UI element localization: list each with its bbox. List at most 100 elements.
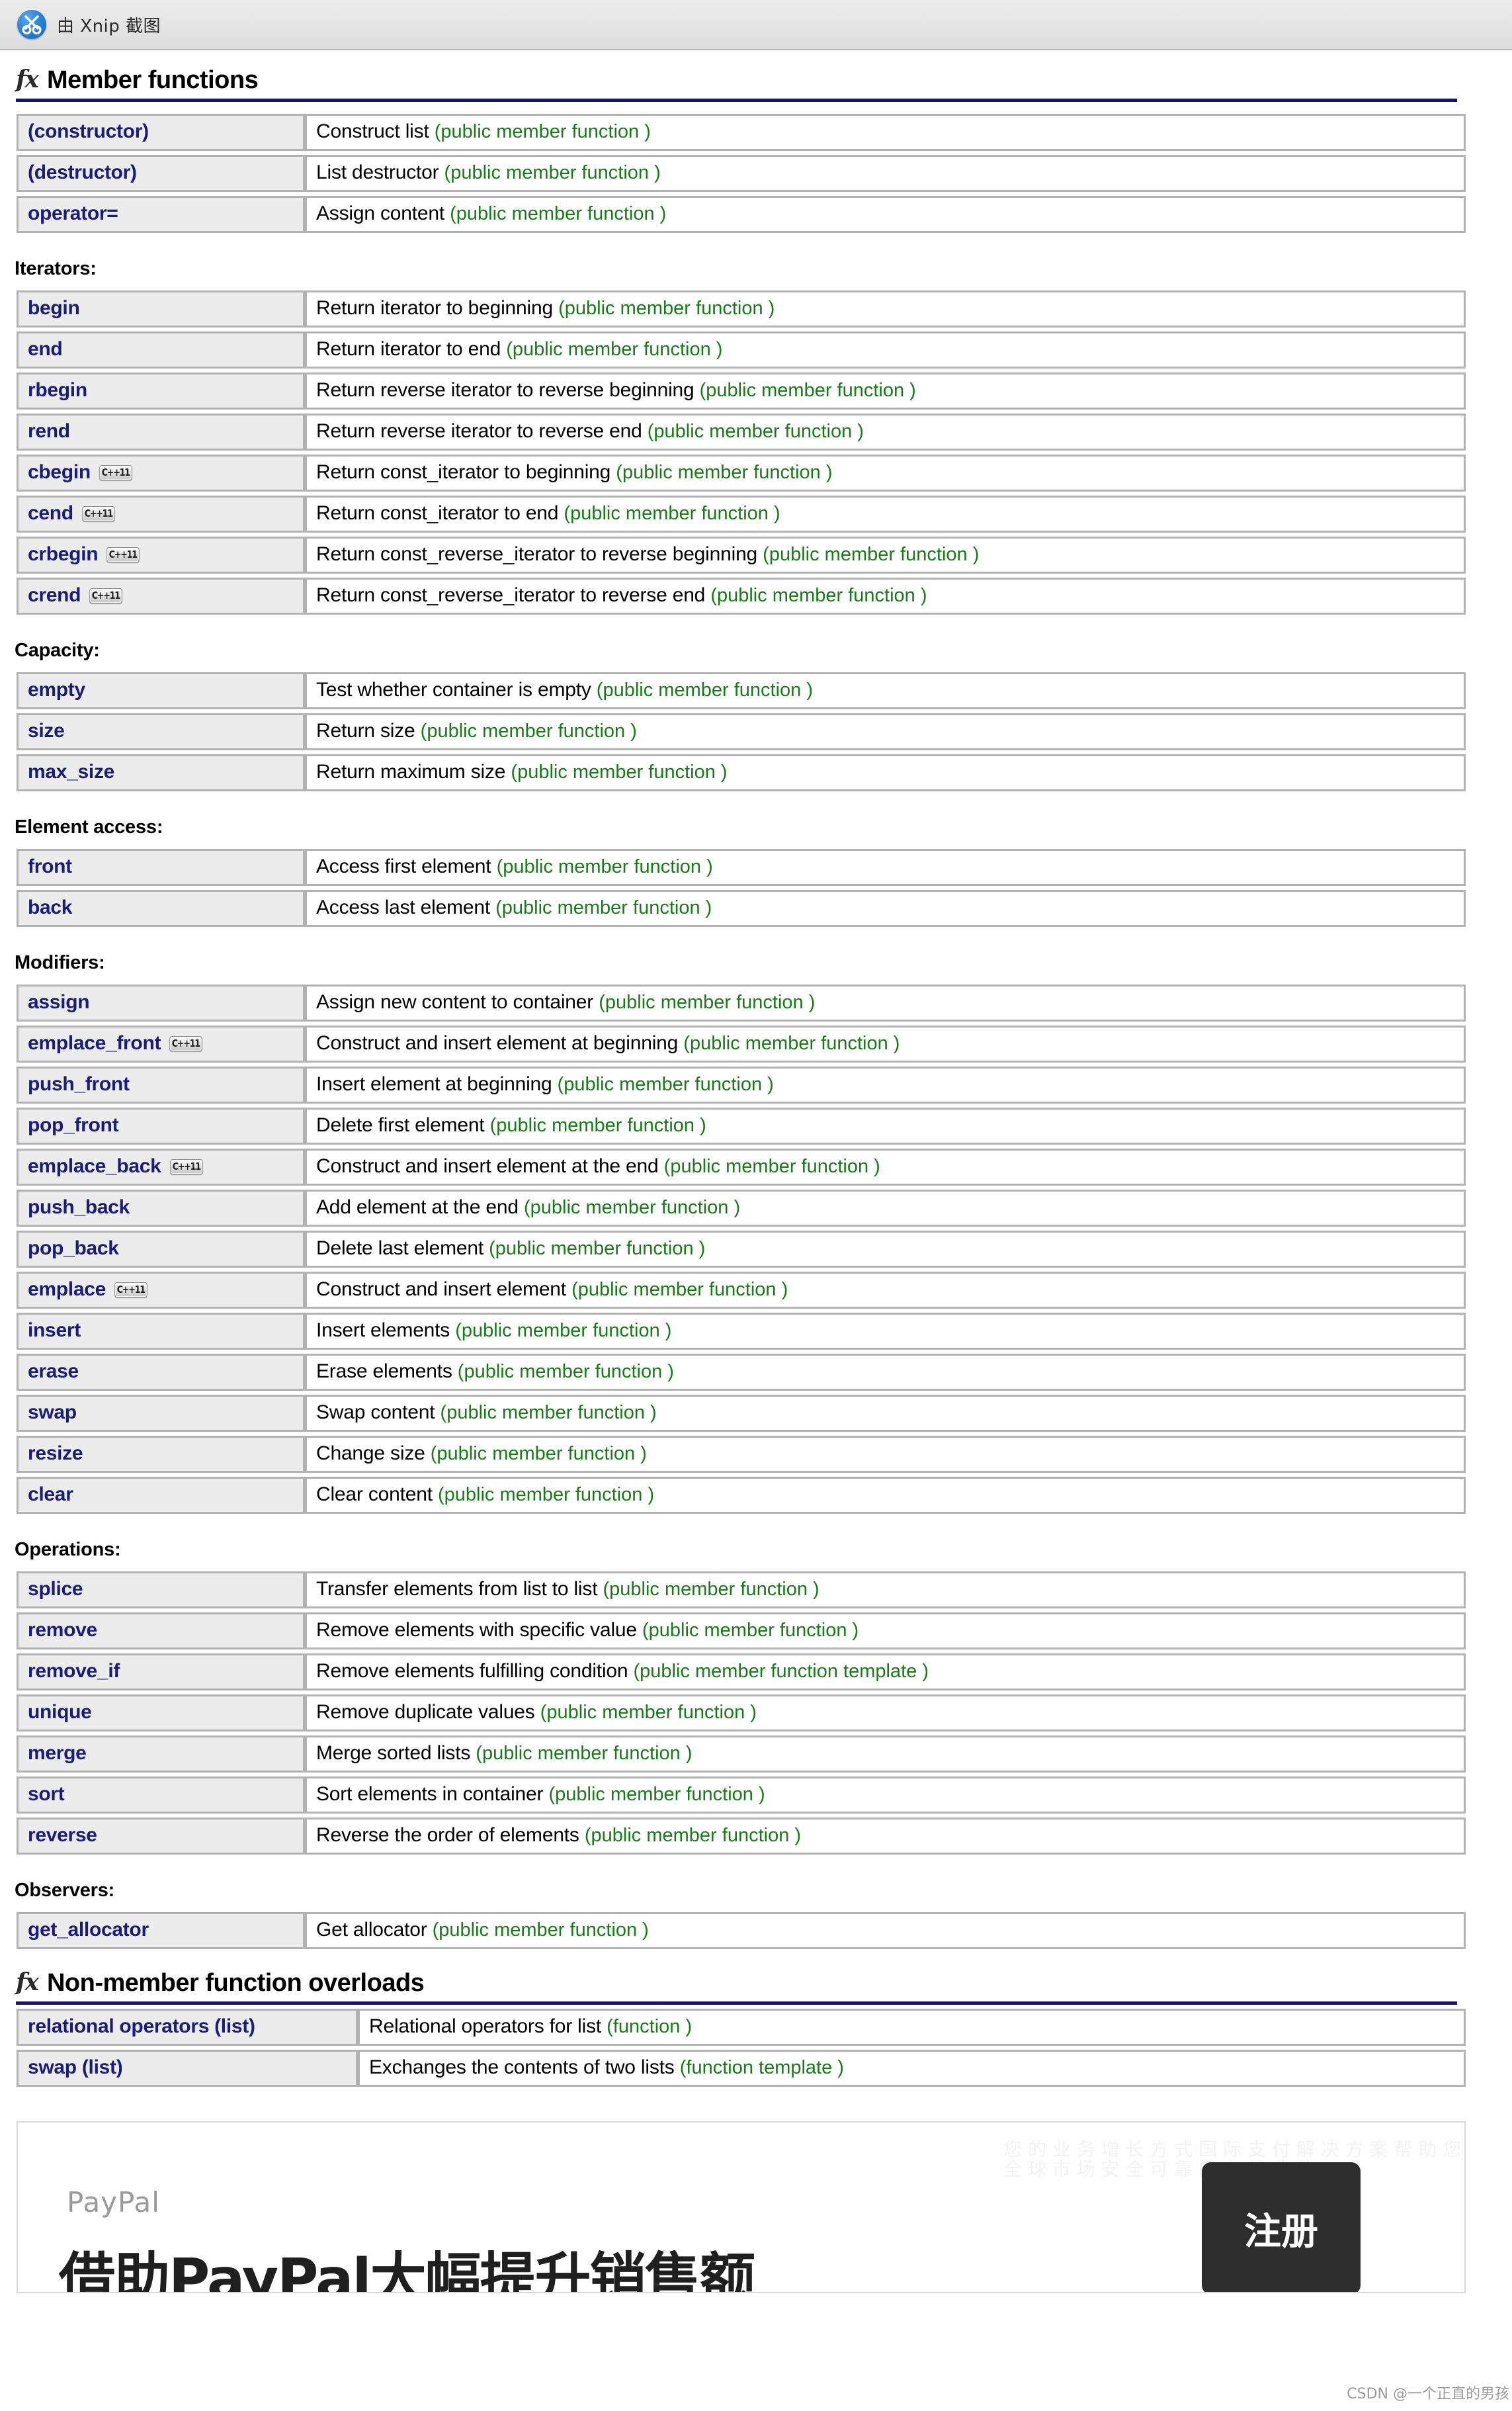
function-name-cell[interactable]: crbegin C++11 — [17, 537, 305, 574]
cpp11-badge-icon: C++11 — [89, 588, 122, 603]
function-name-cell[interactable]: relational operators (list) — [17, 2009, 358, 2046]
function-link[interactable]: rend — [28, 420, 70, 442]
function-description: Relational operators for list — [369, 2015, 607, 2037]
function-name-cell[interactable]: push_back — [17, 1190, 305, 1227]
function-name-cell[interactable]: cend C++11 — [17, 496, 305, 533]
function-name-cell[interactable]: emplace_front C++11 — [17, 1026, 305, 1063]
function-link[interactable]: pop_front — [28, 1114, 119, 1136]
function-link[interactable]: (constructor) — [28, 120, 149, 142]
function-name-cell[interactable]: (destructor) — [17, 155, 305, 192]
function-name-cell[interactable]: sort — [17, 1776, 305, 1814]
ad-signup-button[interactable]: 注册 — [1202, 2162, 1361, 2292]
function-name-cell[interactable]: push_front — [17, 1067, 305, 1104]
advertisement-banner[interactable]: 您 的 业 务 增 长 方 式 国 际 支 付 解 决 方 案 帮 助 您 拓 … — [17, 2121, 1466, 2293]
function-link[interactable]: clear — [28, 1483, 73, 1505]
function-kind-label: (public member function ) — [683, 1033, 900, 1054]
function-link[interactable]: back — [28, 897, 72, 918]
function-name-cell[interactable]: swap — [17, 1395, 305, 1432]
function-kind-label: (public member function ) — [699, 380, 916, 401]
function-link[interactable]: erase — [28, 1360, 79, 1382]
function-name-cell[interactable]: emplace_back C++11 — [17, 1149, 305, 1186]
function-link[interactable]: emplace_back — [28, 1155, 161, 1177]
function-name-cell[interactable]: crend C++11 — [17, 578, 305, 615]
function-link[interactable]: get_allocator — [28, 1919, 149, 1941]
function-name-cell[interactable]: erase — [17, 1354, 305, 1391]
function-link[interactable]: insert — [28, 1319, 81, 1341]
function-link[interactable]: size — [28, 720, 65, 742]
function-link[interactable]: unique — [28, 1701, 92, 1723]
function-description: Transfer elements from list to list — [316, 1578, 603, 1600]
function-name-cell[interactable]: cbegin C++11 — [17, 455, 305, 492]
function-name-cell[interactable]: insert — [17, 1313, 305, 1350]
function-table: get_allocator Get allocator (public membe… — [17, 1908, 1466, 1953]
function-link[interactable]: sort — [28, 1783, 65, 1805]
function-table: empty Test whether container is empty (pu… — [17, 668, 1466, 795]
function-link[interactable]: splice — [28, 1578, 83, 1600]
function-link[interactable]: emplace — [28, 1278, 106, 1300]
function-link[interactable]: push_back — [28, 1196, 130, 1218]
function-kind-label: (public member function ) — [564, 503, 780, 524]
function-name-cell[interactable]: front — [17, 849, 305, 886]
function-link[interactable]: remove_if — [28, 1660, 120, 1682]
function-name-cell[interactable]: end — [17, 331, 305, 369]
function-name-cell[interactable]: operator= — [17, 196, 305, 233]
function-link[interactable]: cend — [28, 502, 73, 524]
function-link[interactable]: assign — [28, 991, 90, 1013]
function-name-cell[interactable]: rbegin — [17, 373, 305, 410]
function-table: begin Return iterator to beginning (publi… — [17, 286, 1466, 619]
function-name-cell[interactable]: pop_back — [17, 1231, 305, 1268]
function-name-cell[interactable]: assign — [17, 985, 305, 1022]
function-description: Remove elements with specific value — [316, 1619, 643, 1641]
function-link[interactable]: (destructor) — [28, 161, 137, 183]
function-name-cell[interactable]: pop_front — [17, 1108, 305, 1145]
function-name-cell[interactable]: swap (list) — [17, 2050, 358, 2087]
function-link[interactable]: merge — [28, 1742, 87, 1764]
function-link[interactable]: push_front — [28, 1073, 130, 1095]
function-link[interactable]: relational operators (list) — [28, 2015, 255, 2037]
function-name-cell[interactable]: resize — [17, 1436, 305, 1473]
function-name-cell[interactable]: remove_if — [17, 1653, 305, 1690]
function-name-cell[interactable]: back — [17, 890, 305, 927]
function-link[interactable]: begin — [28, 297, 80, 319]
function-link[interactable]: operator= — [28, 202, 118, 224]
function-link[interactable]: pop_back — [28, 1237, 119, 1259]
function-link[interactable]: max_size — [28, 761, 114, 783]
function-name-cell[interactable]: (constructor) — [17, 114, 305, 151]
table-row: insert Insert elements (public member fun… — [17, 1313, 1466, 1350]
function-kind-label: (public member function ) — [540, 1702, 757, 1723]
function-link[interactable]: front — [28, 855, 72, 877]
function-name-cell[interactable]: empty — [17, 672, 305, 709]
function-description: Clear content — [316, 1483, 438, 1505]
table-row: erase Erase elements (public member funct… — [17, 1354, 1466, 1391]
function-name-cell[interactable]: merge — [17, 1735, 305, 1773]
ad-brand-logo: PayPal — [67, 2186, 160, 2218]
function-name-cell[interactable]: max_size — [17, 754, 305, 791]
function-kind-label: (public member function ) — [450, 203, 667, 224]
function-link[interactable]: resize — [28, 1442, 83, 1464]
function-link[interactable]: empty — [28, 679, 85, 701]
function-name-cell[interactable]: size — [17, 713, 305, 750]
function-link[interactable]: reverse — [28, 1824, 97, 1846]
function-link[interactable]: emplace_front — [28, 1032, 161, 1054]
function-name-cell[interactable]: splice — [17, 1571, 305, 1608]
function-link[interactable]: crend — [28, 584, 81, 606]
function-name-cell[interactable]: unique — [17, 1694, 305, 1732]
function-name-cell[interactable]: remove — [17, 1612, 305, 1649]
table-row: (constructor) Construct list (public memb… — [17, 114, 1466, 151]
table-row: clear Clear content (public member functi… — [17, 1477, 1466, 1514]
function-description-cell: Access first element (public member func… — [305, 849, 1466, 886]
function-link[interactable]: crbegin — [28, 543, 99, 565]
function-name-cell[interactable]: clear — [17, 1477, 305, 1514]
function-link[interactable]: end — [28, 338, 63, 360]
function-link[interactable]: swap — [28, 1401, 77, 1423]
function-link[interactable]: swap (list) — [28, 2056, 123, 2078]
function-link[interactable]: remove — [28, 1619, 97, 1641]
function-link[interactable]: rbegin — [28, 379, 87, 401]
function-description-cell: Test whether container is empty (public … — [305, 672, 1466, 709]
function-name-cell[interactable]: begin — [17, 290, 305, 328]
function-name-cell[interactable]: reverse — [17, 1818, 305, 1855]
function-name-cell[interactable]: get_allocator — [17, 1912, 305, 1949]
function-link[interactable]: cbegin — [28, 461, 91, 483]
function-name-cell[interactable]: emplace C++11 — [17, 1272, 305, 1309]
function-name-cell[interactable]: rend — [17, 414, 305, 451]
